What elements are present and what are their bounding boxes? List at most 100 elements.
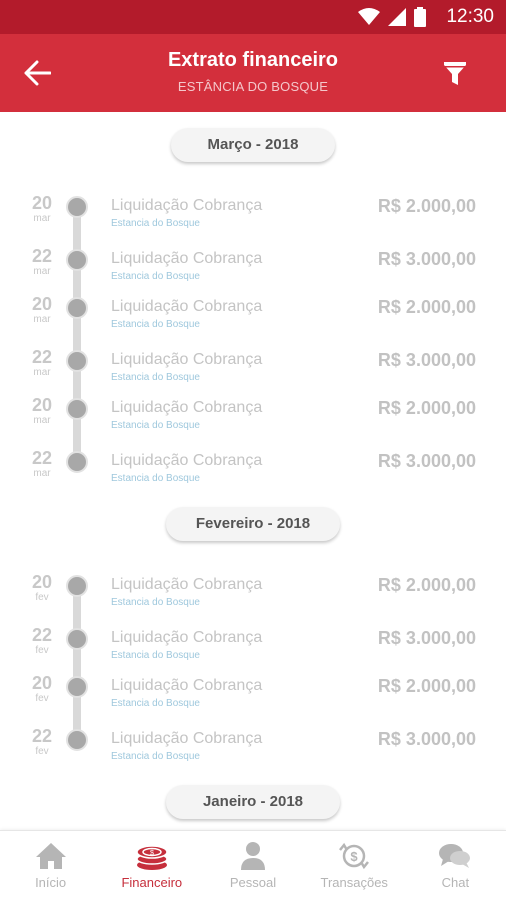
transaction-subtitle: Estancia do Bosque <box>111 597 200 608</box>
transaction-amount: R$ 2.000,00 <box>377 676 476 696</box>
transaction-amount: R$ 2.000,00 <box>377 398 476 418</box>
transaction-day: 20 <box>31 572 53 592</box>
page-subtitle: ESTÂNCIA DO BOSQUE <box>177 79 329 94</box>
transaction-row[interactable]: 20 mar Liquidação Cobrança Estancia do Bosq… <box>0 193 506 246</box>
transaction-description: Liquidação Cobrança <box>111 399 263 416</box>
nav-item-transacoes[interactable]: $ Transações <box>304 831 405 900</box>
timeline-dot <box>66 249 88 271</box>
timeline-dot <box>66 196 88 218</box>
transaction-description: Liquidação Cobrança <box>111 677 263 694</box>
transaction-row[interactable]: 20 mar Liquidação Cobrança Estancia do Bosq… <box>0 294 506 347</box>
transaction-description: Liquidação Cobrança <box>111 452 263 469</box>
transaction-subtitle: Estancia do Bosque <box>111 473 200 484</box>
transaction-day: 22 <box>31 625 53 645</box>
month-header: Janeiro - 2018 <box>166 785 340 819</box>
transaction-day: 22 <box>31 347 53 367</box>
month-header: Fevereiro - 2018 <box>166 507 340 541</box>
transaction-amount: R$ 3.000,00 <box>377 350 476 370</box>
status-bar: 12:30 <box>0 0 506 34</box>
battery-icon <box>414 7 426 27</box>
status-icons <box>358 7 426 27</box>
timeline-dot <box>66 676 88 698</box>
timeline-dot <box>66 575 88 597</box>
nav-item-pessoal[interactable]: Pessoal <box>202 831 303 900</box>
person-icon <box>241 842 265 870</box>
transaction-amount: R$ 3.000,00 <box>377 729 476 749</box>
transaction-subtitle: Estancia do Bosque <box>111 650 200 661</box>
nav-label: Início <box>35 875 67 890</box>
nav-label: Financeiro <box>121 875 183 890</box>
transaction-row[interactable]: 22 mar Liquidação Cobrança Estancia do Bosq… <box>0 246 506 299</box>
nav-label: Transações <box>320 875 388 890</box>
transaction-row[interactable]: 22 fev Liquidação Cobrança Estancia do Bosq… <box>0 625 506 678</box>
transaction-month: mar <box>33 213 51 224</box>
transaction-subtitle: Estancia do Bosque <box>111 319 200 330</box>
timeline-dot <box>66 729 88 751</box>
transaction-description: Liquidação Cobrança <box>111 629 263 646</box>
transaction-amount: R$ 3.000,00 <box>377 628 476 648</box>
transaction-day: 22 <box>31 246 53 266</box>
transaction-subtitle: Estancia do Bosque <box>111 698 200 709</box>
transaction-amount: R$ 2.000,00 <box>377 575 476 595</box>
timeline-dot <box>66 297 88 319</box>
timeline-dot <box>66 628 88 650</box>
bottom-navigation: Início $ Financeiro Pessoal $ Transações… <box>0 830 506 900</box>
transaction-month: fev <box>35 693 49 704</box>
transaction-day: 20 <box>31 193 53 213</box>
transaction-row[interactable]: 20 mar Liquidação Cobrança Estancia do Bosq… <box>0 395 506 448</box>
transaction-amount: R$ 2.000,00 <box>377 196 476 216</box>
statement-list[interactable]: Março - 2018 20 mar Liquidação Cobrança Esta… <box>0 112 506 830</box>
transaction-description: Liquidação Cobrança <box>111 576 263 593</box>
coins-icon: $ <box>136 845 168 870</box>
home-icon <box>35 843 66 869</box>
transaction-description: Liquidação Cobrança <box>111 197 263 214</box>
filter-icon <box>444 62 466 85</box>
transaction-month: mar <box>33 468 51 479</box>
status-time: 12:30 <box>446 6 494 27</box>
transaction-subtitle: Estancia do Bosque <box>111 271 200 282</box>
transaction-day: 20 <box>31 395 53 415</box>
transaction-subtitle: Estancia do Bosque <box>111 420 200 431</box>
nav-item-chat[interactable]: Chat <box>405 831 506 900</box>
transaction-month: mar <box>33 415 51 426</box>
transaction-day: 20 <box>31 673 53 693</box>
chat-icon <box>439 844 471 868</box>
signal-icon <box>388 8 406 26</box>
transaction-day: 22 <box>31 726 53 746</box>
transaction-description: Liquidação Cobrança <box>111 351 263 368</box>
transaction-description: Liquidação Cobrança <box>111 298 263 315</box>
transaction-row[interactable]: 22 fev Liquidação Cobrança Estancia do Bosq… <box>0 726 506 779</box>
month-header: Março - 2018 <box>171 128 335 162</box>
transaction-amount: R$ 2.000,00 <box>377 297 476 317</box>
transaction-day: 22 <box>31 448 53 468</box>
transaction-month: fev <box>35 592 49 603</box>
filter-button[interactable] <box>440 58 470 90</box>
transaction-month: mar <box>33 266 51 277</box>
nav-label: Chat <box>441 875 470 890</box>
transaction-subtitle: Estancia do Bosque <box>111 751 200 762</box>
svg-text:$: $ <box>150 850 154 857</box>
money-transfer-icon: $ <box>339 842 370 870</box>
transaction-row[interactable]: 22 mar Liquidação Cobrança Estancia do Bosq… <box>0 347 506 400</box>
transaction-month: fev <box>35 645 49 656</box>
transaction-month: fev <box>35 746 49 757</box>
timeline-dot <box>66 398 88 420</box>
transaction-day: 20 <box>31 294 53 314</box>
transaction-amount: R$ 3.000,00 <box>377 451 476 471</box>
transaction-month: mar <box>33 367 51 378</box>
timeline-dot <box>66 350 88 372</box>
nav-item-inicio[interactable]: Início <box>0 831 101 900</box>
page-title: Extrato financeiro <box>167 49 339 71</box>
transaction-description: Liquidação Cobrança <box>111 730 263 747</box>
transaction-amount: R$ 3.000,00 <box>377 249 476 269</box>
transaction-description: Liquidação Cobrança <box>111 250 263 267</box>
transaction-subtitle: Estancia do Bosque <box>111 372 200 383</box>
timeline-dot <box>66 451 88 473</box>
transaction-subtitle: Estancia do Bosque <box>111 218 200 229</box>
svg-text:$: $ <box>351 849 359 864</box>
transaction-row[interactable]: 22 mar Liquidação Cobrança Estancia do Bosq… <box>0 448 506 501</box>
transaction-row[interactable]: 20 fev Liquidação Cobrança Estancia do Bosq… <box>0 673 506 726</box>
transaction-month: mar <box>33 314 51 325</box>
nav-item-financeiro[interactable]: $ Financeiro <box>101 831 202 900</box>
transaction-row[interactable]: 20 fev Liquidação Cobrança Estancia do Bosq… <box>0 572 506 625</box>
